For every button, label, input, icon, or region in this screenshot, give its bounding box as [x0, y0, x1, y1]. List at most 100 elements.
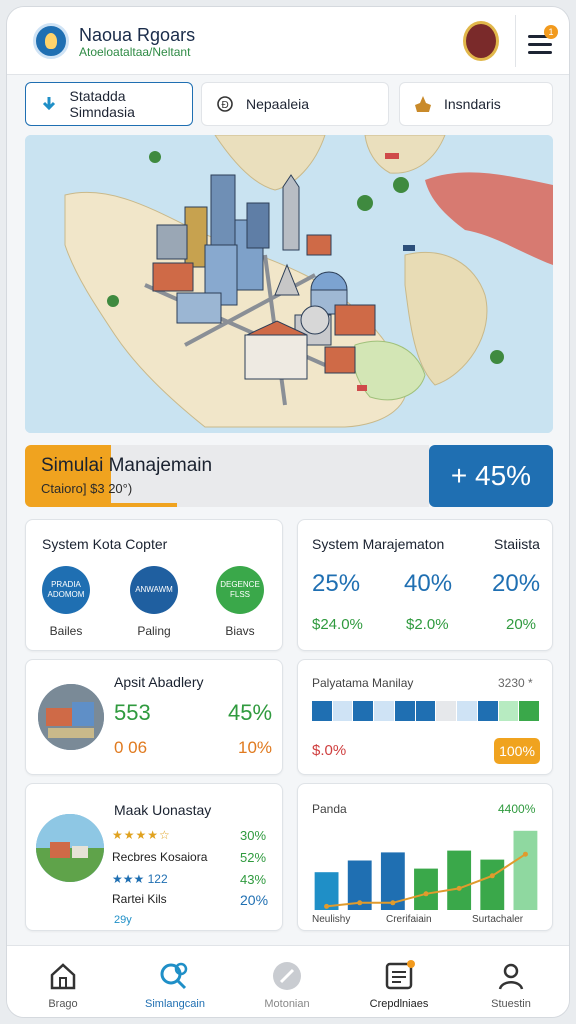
bar-line-chart — [314, 830, 538, 910]
tab-simulasi[interactable]: Statadda Simndasia — [25, 82, 193, 126]
card-palyatama[interactable]: Palyatama Manilay 3230 * $.0% 100% — [297, 659, 553, 775]
city-thumbnail — [38, 684, 104, 750]
app-header: Naoua Rgoars Atoeloataltaa/Neltant 1 — [7, 7, 569, 75]
chart-point — [390, 900, 396, 906]
circle-label: Bailes — [49, 624, 83, 638]
footer-text: 29y — [114, 914, 132, 926]
chart-point — [456, 885, 462, 891]
circle-label: Biavs — [225, 624, 255, 638]
home-icon — [47, 960, 79, 992]
segment-bar — [312, 660, 540, 740]
bar-segment — [394, 701, 415, 721]
bar-segment — [498, 701, 519, 721]
circle-badge[interactable]: ANWAWM — [130, 566, 178, 614]
nav-item-simlangcain[interactable]: Simlangcain — [119, 946, 231, 1017]
chart-bar — [513, 830, 538, 910]
stat-value: 0 06 — [114, 738, 148, 757]
circle-badge[interactable]: DEGENCE FLSS — [216, 566, 264, 614]
chart-point — [324, 903, 330, 909]
chart-bar — [414, 868, 438, 910]
row-label: Rartei Kils — [112, 892, 167, 906]
row-value: 52% — [240, 850, 267, 865]
city-map[interactable] — [25, 135, 553, 433]
row-label: Recbres Kosaiora — [112, 850, 208, 864]
row-value: 43% — [240, 872, 267, 887]
simulation-banner[interactable]: Simulai Manajemain Ctaioro] $3 20°) + 45… — [25, 445, 553, 507]
percent-badge: 100% — [494, 738, 540, 764]
bar-segment — [457, 701, 477, 721]
banner-subtitle: Ctaioro] $3 20°) — [41, 481, 133, 496]
chart-bar — [480, 859, 505, 910]
card-title: Apsit Abadlery — [114, 674, 204, 690]
tab-label: Nepaaleia — [246, 96, 310, 112]
chart-point — [423, 891, 429, 897]
village-thumbnail — [36, 814, 104, 882]
report-icon — [383, 960, 415, 992]
menu-button[interactable]: 1 — [515, 15, 565, 67]
stat-value: 553 — [114, 700, 151, 725]
stat-value: 45% — [228, 700, 273, 725]
x-tick-label: Neulishy — [312, 914, 351, 925]
app-title: Naoua Rgoars — [79, 25, 196, 45]
circle-badge[interactable]: PRADIA ADOMOM — [42, 566, 90, 614]
download-icon — [38, 93, 60, 115]
nav-item-motonian[interactable]: Motonian — [231, 946, 343, 1017]
menu-bar — [528, 43, 552, 46]
menu-bar — [528, 51, 552, 54]
bar-segment — [477, 701, 498, 721]
chart-point — [357, 900, 363, 906]
x-tick-label: Crerifaiain — [386, 914, 432, 925]
bar-segment — [519, 701, 539, 721]
row-value: 30% — [240, 828, 267, 843]
temple-icon — [412, 93, 434, 115]
stat-value: $.0% — [312, 742, 347, 759]
nav-label: Brago — [48, 998, 78, 1010]
banner-title: Simulai Manajemain — [41, 455, 213, 476]
nav-label: Crepdlniaes — [369, 998, 429, 1010]
user-icon — [495, 960, 527, 992]
card-title: Maak Uonastay — [114, 802, 212, 818]
nav-item-stuestin[interactable]: Stuestin — [455, 946, 567, 1017]
chart-value: 4400% — [498, 802, 536, 816]
notification-badge: 1 — [544, 25, 558, 39]
x-tick-label: Surtachaler — [472, 914, 524, 925]
currency-icon: Đ — [214, 93, 236, 115]
card-title-right: Staiista — [494, 536, 540, 552]
phone-frame: Naoua Rgoars Atoeloataltaa/Neltant 1 Sta… — [6, 6, 570, 1018]
tab-insndaris[interactable]: Insndaris — [399, 82, 553, 126]
nav-item-brago[interactable]: Brago — [7, 946, 119, 1017]
bar-segment — [436, 701, 457, 721]
chart-bar — [447, 850, 472, 910]
bar-segment — [374, 701, 394, 721]
chart-title: Panda — [312, 802, 347, 816]
card-panda[interactable]: Panda 4400% Neulishy Crerifaiain Surtach… — [297, 783, 553, 931]
card-maak[interactable]: Maak Uonastay ★★★★☆ 30% Recbres Kosaiora… — [25, 783, 283, 931]
svg-text:Đ: Đ — [222, 100, 229, 111]
banner-background: Simulai Manajemain Ctaioro] $3 20°) — [25, 445, 429, 507]
card-system-kota[interactable]: System Kota Copter PRADIA ADOMOM Bailes … — [25, 519, 283, 651]
stat-percent: 40% — [404, 570, 453, 597]
circle-label: Paling — [137, 624, 171, 638]
tab-label: Statadda Simndasia — [69, 88, 135, 120]
growth-badge: + 45% — [429, 445, 553, 507]
stat-sub: 20% — [506, 616, 537, 633]
card-system-manajemation[interactable]: System Marajematon Staiista 25% 40% 20% … — [297, 519, 553, 651]
stat-percent: 20% — [492, 570, 541, 597]
bottom-nav: Brago Simlangcain Motonian Crepdlniaes S… — [7, 945, 569, 1017]
search-people-icon — [159, 960, 191, 992]
card-apsit[interactable]: Apsit Abadlery 553 45% 0 06 10% — [25, 659, 283, 775]
tab-label: Insndaris — [444, 96, 501, 112]
chart-point — [489, 873, 495, 879]
stat-sub: $2.0% — [406, 616, 449, 633]
stat-percent: 25% — [312, 570, 361, 597]
bar-segment — [353, 701, 374, 721]
row-value: 20% — [240, 892, 269, 908]
compass-icon — [271, 960, 303, 992]
star-rating: ★★★★☆ — [112, 828, 171, 842]
bar-segment — [332, 701, 353, 721]
nav-item-crepdlniaes[interactable]: Crepdlniaes — [343, 946, 455, 1017]
bar-segment — [312, 701, 332, 721]
bar-segment — [415, 701, 436, 721]
stat-value: 10% — [238, 738, 273, 757]
tab-nepaaleia[interactable]: Đ Nepaaleia — [201, 82, 389, 126]
